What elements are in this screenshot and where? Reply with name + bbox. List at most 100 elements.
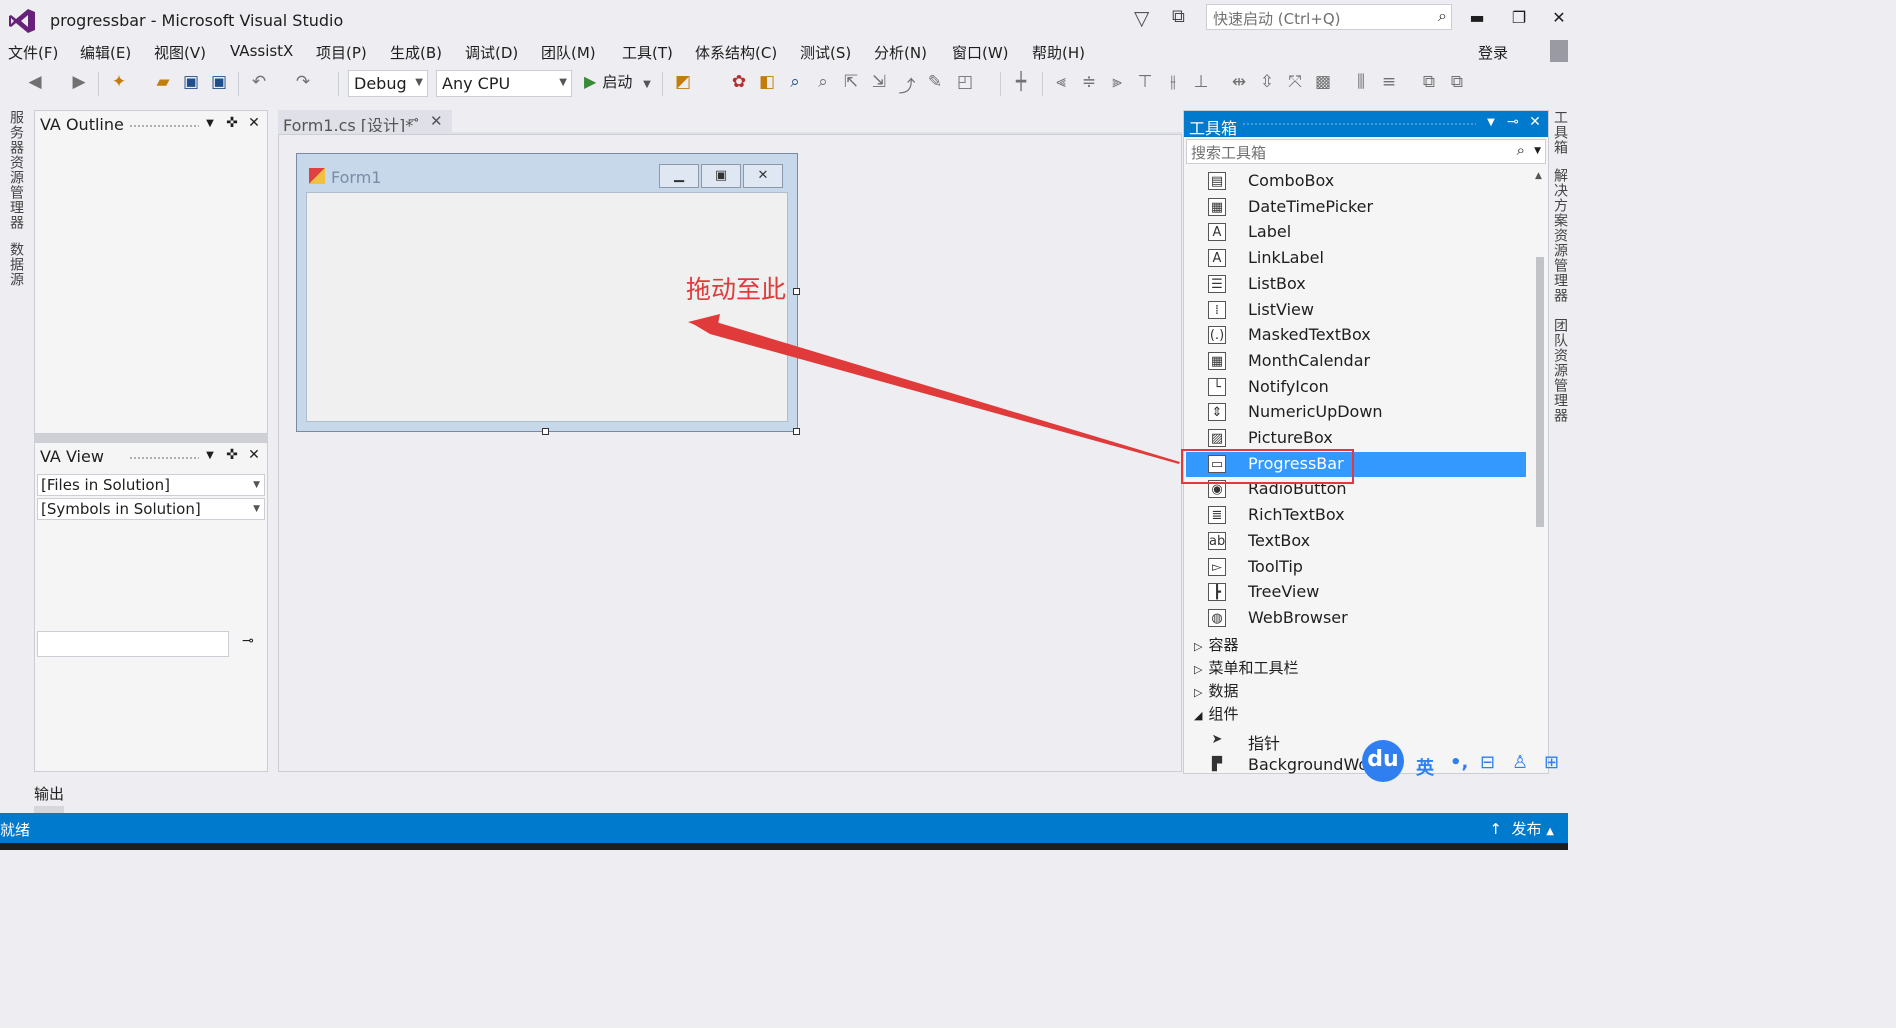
- punctuation-icon[interactable]: •,: [1450, 752, 1468, 773]
- menu-build[interactable]: 生成(B): [390, 42, 442, 63]
- files-in-solution-dropdown[interactable]: [Files in Solution] ▼: [37, 474, 265, 496]
- comment-icon[interactable]: ✎: [924, 72, 946, 92]
- restore-button[interactable]: ❐: [1504, 6, 1534, 30]
- chevron-down-icon[interactable]: ▼: [201, 118, 219, 129]
- toolbox-category[interactable]: ◢ 组件: [1194, 703, 1238, 724]
- new-project-icon[interactable]: ✦: [108, 72, 130, 92]
- close-icon[interactable]: ✕: [430, 112, 443, 130]
- close-icon[interactable]: ✕: [245, 447, 263, 463]
- bring-to-front-icon[interactable]: ⧉: [1418, 72, 1440, 92]
- menu-window[interactable]: 窗口(W): [952, 42, 1009, 63]
- layout-icon[interactable]: ◰: [954, 72, 976, 92]
- toolbox-side-tab[interactable]: 工具箱: [1550, 110, 1570, 155]
- menu-analyze[interactable]: 分析(N): [874, 42, 927, 63]
- back-icon[interactable]: ◀: [24, 72, 46, 92]
- make-same-size-icon[interactable]: ⤧: [1284, 72, 1306, 92]
- close-icon[interactable]: ✕: [1526, 114, 1544, 130]
- menu-file[interactable]: 文件(F): [8, 42, 58, 63]
- ime-language-toggle[interactable]: 英: [1416, 754, 1434, 780]
- user-icon[interactable]: ♙: [1512, 752, 1528, 773]
- resize-handle-right[interactable]: [793, 288, 800, 295]
- redo-icon[interactable]: ↷: [292, 72, 314, 92]
- menu-view[interactable]: 视图(V): [154, 42, 206, 63]
- menu-project[interactable]: 项目(P): [316, 42, 367, 63]
- scroll-up-icon[interactable]: ▲: [1535, 171, 1542, 181]
- toolbox-search-input[interactable]: 搜索工具箱 ⌕ ▼: [1186, 139, 1546, 164]
- align-middles-icon[interactable]: ⫲: [1162, 72, 1184, 92]
- team-explorer-tab[interactable]: 团队资源管理器: [1550, 318, 1570, 423]
- toolbox-category[interactable]: ▷ 数据: [1194, 680, 1238, 701]
- forward-icon[interactable]: ▶: [68, 72, 90, 92]
- start-debugging-button[interactable]: ▶ 启动 ▼: [584, 71, 651, 97]
- pin-icon[interactable]: ⊸: [408, 113, 419, 128]
- menu-help[interactable]: 帮助(H): [1032, 42, 1085, 63]
- toolbox-item-linklabel[interactable]: A LinkLabel: [1186, 246, 1526, 271]
- toolbox-item-maskedtextbox[interactable]: (.) MaskedTextBox: [1186, 323, 1526, 348]
- resize-handle-bottom[interactable]: [542, 428, 549, 435]
- panel-grip[interactable]: [129, 456, 199, 461]
- align-bottoms-icon[interactable]: ⊥: [1190, 72, 1212, 92]
- publish-button[interactable]: ↑ 发布 ▲: [1489, 818, 1554, 839]
- panel-grip[interactable]: [129, 124, 199, 129]
- toolbox-item-richtextbox[interactable]: ≣ RichTextBox: [1186, 503, 1526, 528]
- pin-icon[interactable]: ✜: [223, 447, 241, 463]
- symbols-in-solution-dropdown[interactable]: [Symbols in Solution] ▼: [37, 498, 265, 520]
- object-browser-icon[interactable]: ⌕: [784, 72, 806, 92]
- toolbox-item-listview[interactable]: ⁞ ListView: [1186, 298, 1526, 323]
- notification-filter-icon[interactable]: ▽: [1134, 6, 1149, 30]
- horizontal-spacing-icon[interactable]: ⫼: [1350, 72, 1372, 92]
- toggle-icon[interactable]: ⤴: [896, 72, 918, 97]
- panel-grip[interactable]: [1242, 122, 1476, 127]
- align-rights-icon[interactable]: ⫸: [1106, 72, 1128, 92]
- solution-configuration-select[interactable]: Debug ▼: [348, 70, 428, 97]
- undo-icon[interactable]: ↶: [248, 72, 270, 92]
- grid-menu-icon[interactable]: ⊞: [1544, 752, 1559, 773]
- toolbox-item-datetimepicker[interactable]: ▦ DateTimePicker: [1186, 195, 1526, 220]
- send-to-back-icon[interactable]: ⧉: [1446, 72, 1468, 92]
- menu-test[interactable]: 测试(S): [800, 42, 851, 63]
- close-button[interactable]: ✕: [1544, 6, 1574, 30]
- align-centers-icon[interactable]: ≑: [1078, 72, 1100, 92]
- chevron-down-icon[interactable]: ▼: [1482, 117, 1500, 128]
- toolbox-category[interactable]: ▷ 菜单和工具栏: [1194, 657, 1298, 678]
- login-link[interactable]: 登录: [1478, 42, 1508, 63]
- pin-icon[interactable]: ✜: [223, 115, 241, 131]
- scrollbar-thumb[interactable]: [1536, 257, 1544, 527]
- baidu-ime-logo[interactable]: du: [1362, 740, 1404, 782]
- solution-explorer-tab[interactable]: 解决方案资源管理器: [1550, 168, 1570, 303]
- align-lefts-icon[interactable]: ⫷: [1050, 72, 1072, 92]
- toolbox-item-textbox[interactable]: ab TextBox: [1186, 529, 1526, 554]
- menu-tools[interactable]: 工具(T): [622, 42, 673, 63]
- toolbox-item-webbrowser[interactable]: ◍ WebBrowser: [1186, 606, 1526, 631]
- navigate-icon[interactable]: ⌕: [812, 72, 834, 92]
- feedback-icon[interactable]: ⧉: [1172, 6, 1185, 27]
- menu-edit[interactable]: 编辑(E): [80, 42, 131, 63]
- menu-debug[interactable]: 调试(D): [465, 42, 518, 63]
- toolbox-scrollbar[interactable]: ▲: [1534, 169, 1546, 765]
- toolbox-category[interactable]: ▷ 容器: [1194, 634, 1238, 655]
- panel-splitter[interactable]: [34, 434, 268, 442]
- va-view-filter-input[interactable]: [37, 631, 229, 657]
- pin-icon[interactable]: ⊸: [233, 633, 263, 655]
- open-file-icon[interactable]: ▰: [152, 72, 174, 92]
- toolbox-item-label[interactable]: A Label: [1186, 220, 1526, 245]
- vertical-spacing-icon[interactable]: ≡: [1378, 72, 1400, 92]
- align-tops-icon[interactable]: ⊤: [1134, 72, 1156, 92]
- bookmark-next-icon[interactable]: ⇲: [868, 72, 890, 92]
- size-to-grid-icon[interactable]: ▩: [1312, 72, 1334, 92]
- close-icon[interactable]: ✕: [245, 115, 263, 131]
- make-same-width-icon[interactable]: ⇹: [1228, 72, 1250, 92]
- class-view-icon[interactable]: ✿: [728, 72, 750, 92]
- save-icon[interactable]: ▣: [180, 72, 202, 92]
- output-tab[interactable]: 输出: [34, 783, 64, 804]
- toolbox-item-treeview[interactable]: ┣ TreeView: [1186, 580, 1526, 605]
- toolbox-item-notifyicon[interactable]: └ NotifyIcon: [1186, 375, 1526, 400]
- make-same-height-icon[interactable]: ⇳: [1256, 72, 1278, 92]
- toolbox-item-combobox[interactable]: ▤ ComboBox: [1186, 169, 1526, 194]
- toolbox-item-listbox[interactable]: ☰ ListBox: [1186, 272, 1526, 297]
- solution-explorer-icon[interactable]: ◧: [756, 72, 778, 92]
- menu-architecture[interactable]: 体系结构(C): [695, 42, 777, 63]
- menu-team[interactable]: 团队(M): [541, 42, 596, 63]
- toolbox-item-tooltip[interactable]: ▻ ToolTip: [1186, 555, 1526, 580]
- chevron-down-icon[interactable]: ▼: [201, 450, 219, 461]
